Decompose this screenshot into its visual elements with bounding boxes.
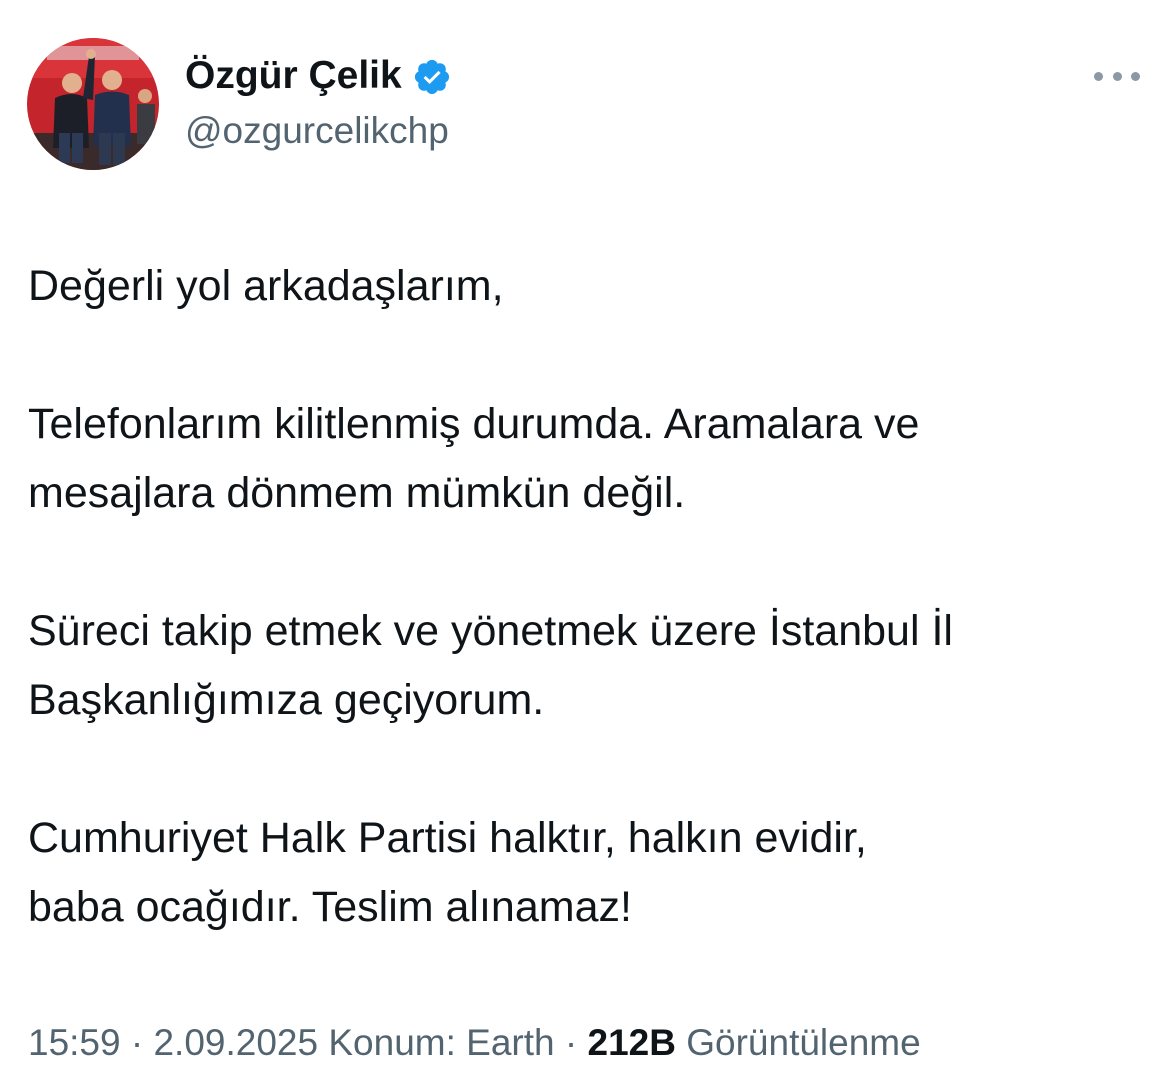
tweet-card: Özgür Çelik @ozgurcelikchp Değerli yol a… bbox=[0, 0, 1170, 1090]
tweet-paragraph: Süreci takip etmek ve yönetmek üzere İst… bbox=[28, 607, 953, 724]
more-dot bbox=[1112, 71, 1122, 81]
more-dot bbox=[1131, 71, 1140, 81]
views-label[interactable]: Görüntülenme bbox=[686, 1022, 920, 1063]
tweet-location: Konum: Earth bbox=[328, 1022, 555, 1063]
tweet-text: Değerli yol arkadaşlarım, Telefonlarım k… bbox=[28, 252, 1148, 1011]
meta-separator: · bbox=[564, 1022, 578, 1063]
tweet-meta: 15:59 · 2.09.2025 Konum: Earth · 212B Gö… bbox=[28, 1018, 921, 1068]
views-count[interactable]: 212B bbox=[588, 1022, 676, 1063]
tweet-date[interactable]: 2.09.2025 bbox=[153, 1022, 318, 1063]
author-handle[interactable]: @ozgurcelikchp bbox=[185, 108, 449, 154]
tweet-paragraph: Cumhuriyet Halk Partisi halktır, halkın … bbox=[28, 814, 867, 931]
avatar[interactable] bbox=[27, 38, 159, 170]
avatar-photo bbox=[27, 38, 159, 170]
meta-separator: · bbox=[130, 1022, 144, 1063]
verified-badge-icon bbox=[412, 57, 452, 97]
tweet-paragraph: Telefonlarım kilitlenmiş durumda. Aramal… bbox=[28, 400, 920, 517]
more-dot bbox=[1094, 71, 1103, 81]
more-options-icon[interactable] bbox=[1094, 62, 1140, 90]
tweet-paragraph: Değerli yol arkadaşlarım, bbox=[28, 262, 504, 310]
tweet-time[interactable]: 15:59 bbox=[28, 1022, 121, 1063]
author-name[interactable]: Özgür Çelik bbox=[185, 52, 452, 100]
author-display-name: Özgür Çelik bbox=[185, 54, 402, 97]
